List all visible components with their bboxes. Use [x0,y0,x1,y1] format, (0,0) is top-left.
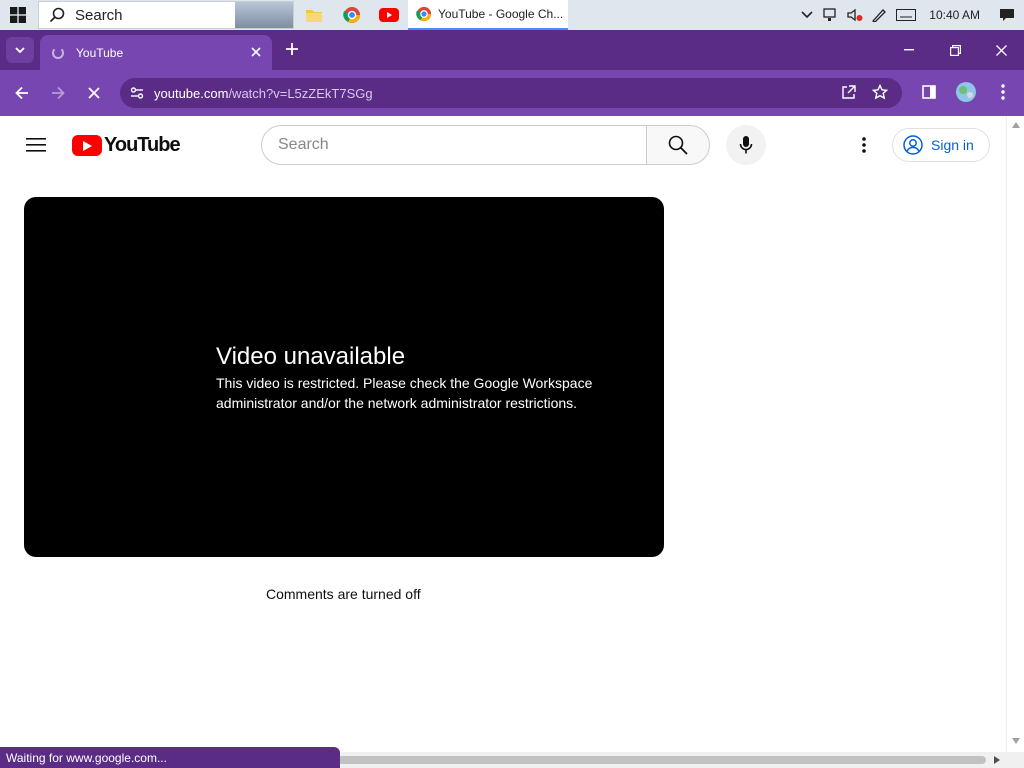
url-text[interactable]: youtube.com/watch?v=L5zZEkT7SGg [154,86,373,101]
chrome-toolbar: youtube.com/watch?v=L5zZEkT7SGg [0,70,1024,116]
network-icon[interactable] [819,0,843,30]
system-tray: 10:40 AM [795,0,1024,30]
scroll-up-arrow-icon[interactable] [1012,122,1020,128]
scroll-down-arrow-icon[interactable] [1012,738,1020,744]
youtube-play-icon [72,135,102,156]
pen-icon[interactable] [867,0,891,30]
search-icon [668,135,688,155]
search-icon [49,7,65,23]
windows-taskbar: Search YouTube - Google Ch... 10:40 AM [0,0,1024,30]
youtube-header: YouTube Search Sign in [0,116,1006,174]
windows-start-icon[interactable] [0,0,36,30]
profile-avatar[interactable] [951,77,981,107]
restore-icon[interactable] [932,30,978,70]
chrome-menu-icon[interactable] [988,77,1018,107]
stop-loading-icon[interactable] [80,79,108,107]
youtube-logo-text: YouTube [104,134,181,156]
url-path: /watch?v=L5zZEkT7SGg [228,85,373,101]
tab-title: YouTube [76,45,124,60]
loading-spinner-icon [52,46,64,59]
scroll-right-arrow-icon[interactable] [994,756,1000,764]
youtube-taskbar-icon[interactable] [371,0,407,30]
new-tab-icon[interactable] [282,39,302,59]
url-host: youtube.com [154,85,229,101]
vertical-scrollbar[interactable] [1006,116,1024,752]
horizontal-scroll-thumb[interactable] [338,756,986,764]
comments-status-text: Comments are turned off [266,586,421,602]
open-in-app-icon[interactable] [833,77,863,107]
chrome-icon [416,6,432,22]
loading-status-bubble: Waiting for www.google.com... [0,747,340,768]
youtube-search-button[interactable] [646,125,710,165]
search-highlight-image [235,2,293,28]
account-circle-icon [903,135,923,155]
youtube-logo[interactable]: YouTube [72,134,181,157]
video-restricted-message: This video is restricted. Please check t… [216,375,593,411]
chrome-taskbar-icon[interactable] [334,0,370,30]
side-panel-icon[interactable] [914,77,944,107]
video-player[interactable]: Video unavailable This video is restrict… [24,197,664,557]
chevron-down-icon [15,46,25,53]
taskbar-search-label: Search [75,6,123,24]
voice-search-mic-icon[interactable] [726,125,766,165]
close-window-icon[interactable] [978,30,1024,70]
bookmark-star-icon[interactable] [865,77,895,107]
back-arrow-icon[interactable] [8,79,36,107]
keyboard-icon[interactable] [891,0,921,30]
tab-youtube[interactable]: YouTube [40,35,272,70]
chevron-up-icon[interactable] [795,0,819,30]
tab-search-button[interactable] [6,37,34,63]
video-unavailable-heading: Video unavailable [216,343,406,370]
sign-in-button[interactable]: Sign in [892,128,990,162]
taskbar-clock[interactable]: 10:40 AM [921,8,990,22]
address-bar[interactable]: youtube.com/watch?v=L5zZEkT7SGg [120,78,902,108]
forward-arrow-icon[interactable] [44,79,72,107]
file-explorer-icon[interactable] [296,0,332,30]
hamburger-menu-icon[interactable] [22,133,50,157]
taskbar-search-box[interactable]: Search [38,1,294,29]
close-tab-icon[interactable] [248,44,264,60]
youtube-search-input[interactable]: Search [261,125,647,165]
sign-in-label: Sign in [931,137,974,153]
settings-kebab-icon[interactable] [852,133,876,157]
taskbar-chrome-window[interactable]: YouTube - Google Ch... [408,0,568,30]
notification-icon[interactable] [990,0,1024,30]
minimize-icon[interactable] [886,30,932,70]
taskbar-window-title: YouTube - Google Ch... [438,7,564,21]
chrome-tab-strip: YouTube [0,30,1024,70]
volume-muted-icon[interactable] [843,0,867,30]
site-info-icon[interactable] [120,86,154,100]
